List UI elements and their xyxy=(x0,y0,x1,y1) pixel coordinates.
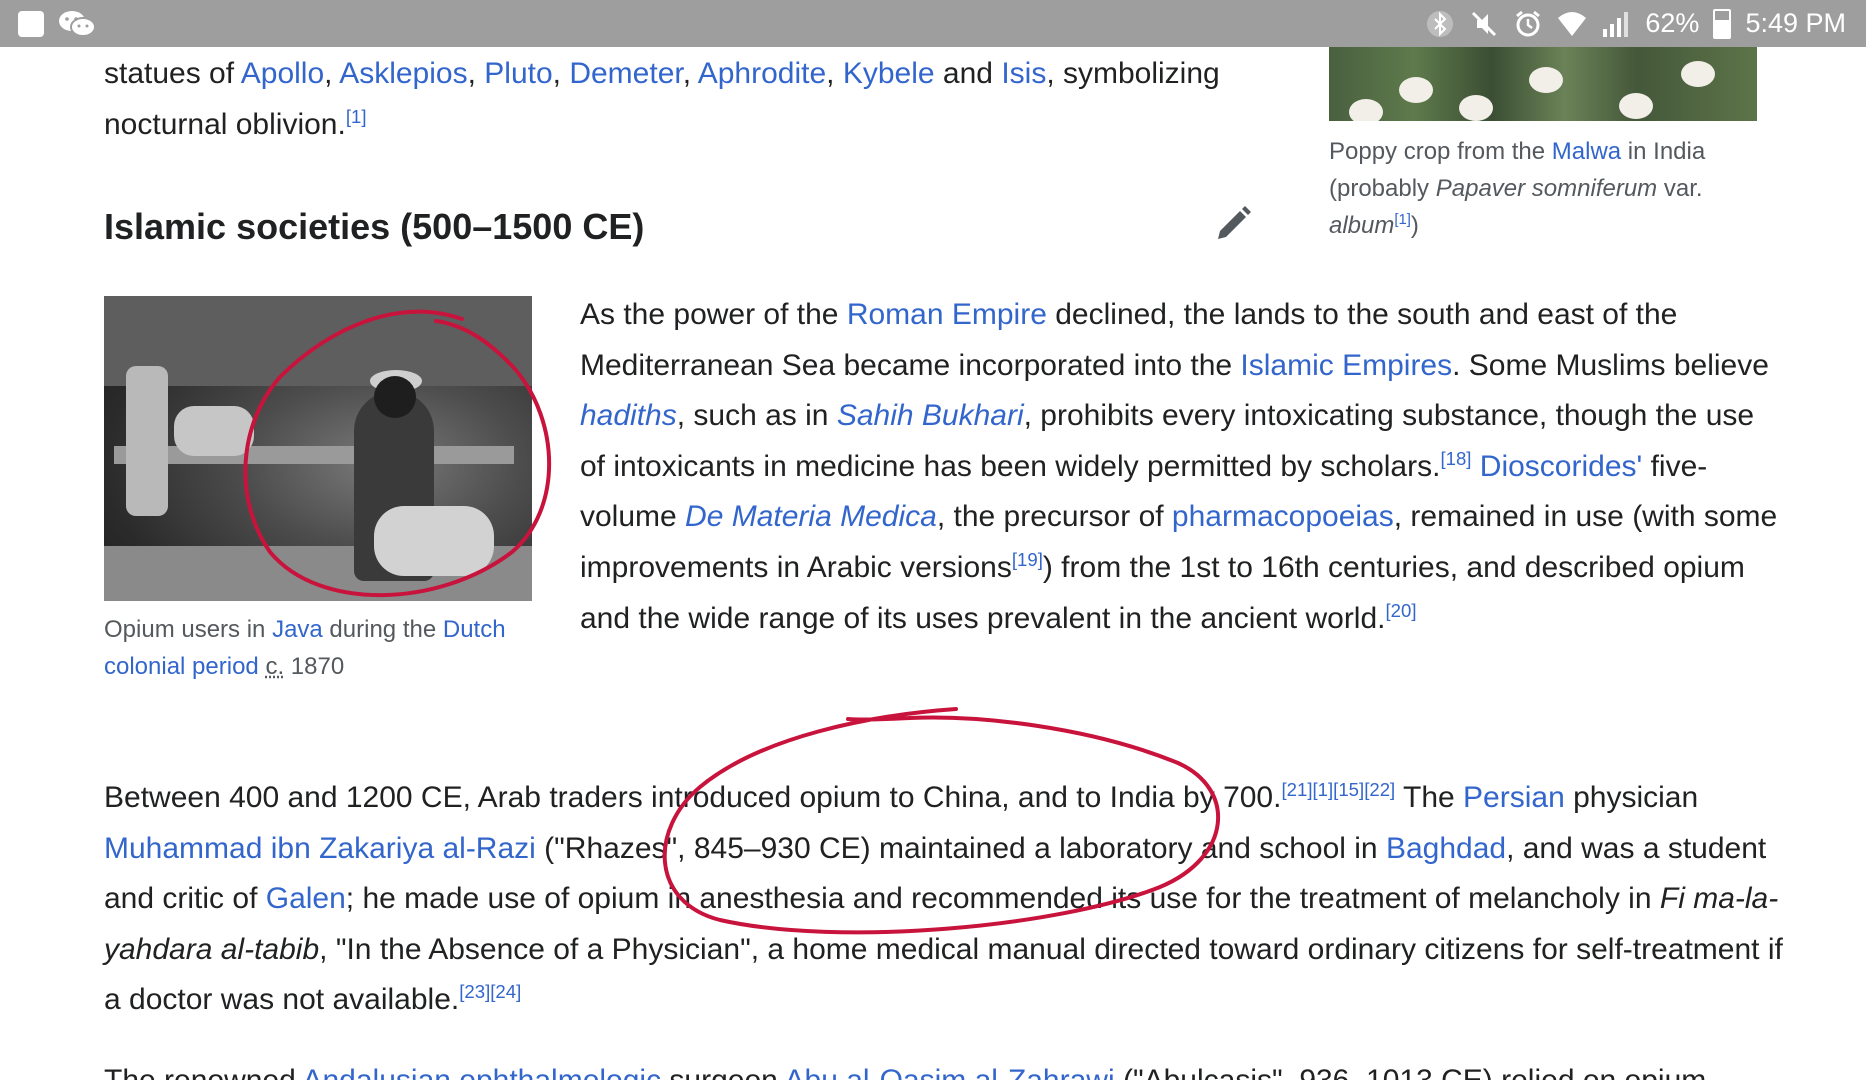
link-al-zahrawi[interactable]: Abu al-Qasim al-Zahrawi xyxy=(785,1064,1115,1080)
wifi-icon xyxy=(1558,11,1587,36)
link-islamic-empires[interactable]: Islamic Empires xyxy=(1240,349,1452,382)
link-pharmacopoeias[interactable]: pharmacopoeias xyxy=(1172,500,1394,533)
link-isis[interactable]: Isis xyxy=(1001,57,1046,90)
status-bar: 62% 5:49 PM xyxy=(0,0,1866,47)
link-hadiths[interactable]: hadiths xyxy=(580,399,677,432)
link-apollo[interactable]: Apollo xyxy=(241,57,324,90)
reference-1[interactable]: [1] xyxy=(1312,779,1333,800)
signal-icon xyxy=(1603,11,1629,37)
link-malwa[interactable]: Malwa xyxy=(1552,138,1621,165)
link-asklepios[interactable]: Asklepios xyxy=(339,57,467,90)
text: surgeon xyxy=(661,1064,784,1080)
reference-1[interactable]: [1] xyxy=(1394,212,1411,228)
battery-percent: 62% xyxy=(1645,8,1700,38)
link-roman-empire[interactable]: Roman Empire xyxy=(847,298,1047,331)
reference-20[interactable]: [20] xyxy=(1386,600,1417,621)
text: Opium users in xyxy=(104,616,273,643)
status-bar-left xyxy=(0,9,96,39)
battery-icon xyxy=(1713,8,1732,39)
circa-abbr: c. xyxy=(265,653,285,680)
text: ) xyxy=(1410,212,1419,239)
link-kybele[interactable]: Kybele xyxy=(843,57,935,90)
poppy-crop-image[interactable] xyxy=(1329,47,1757,121)
reference-21[interactable]: [21] xyxy=(1281,779,1312,800)
link-dioscorides[interactable]: Dioscorides' xyxy=(1480,450,1642,483)
article-content: statues of Apollo, Asklepios, Pluto, Dem… xyxy=(0,47,1866,1080)
intro-paragraph: statues of Apollo, Asklepios, Pluto, Dem… xyxy=(104,57,1220,141)
link-java[interactable]: Java xyxy=(272,616,323,643)
text: var. xyxy=(1657,175,1703,202)
link-baghdad[interactable]: Baghdad xyxy=(1386,832,1506,865)
status-bar-right: 62% 5:49 PM xyxy=(1425,8,1866,39)
link-galen[interactable]: Galen xyxy=(266,882,346,915)
reference-22[interactable]: [22] xyxy=(1364,779,1395,800)
paragraph-arab-traders: Between 400 and 1200 CE, Arab traders in… xyxy=(104,773,1784,1026)
reference-23[interactable]: [23] xyxy=(459,981,490,1002)
poppy-crop-caption: Poppy crop from the Malwa in India (prob… xyxy=(1329,133,1759,244)
clock: 5:49 PM xyxy=(1745,8,1846,38)
text: 1870 xyxy=(284,653,345,680)
text: during the xyxy=(322,616,443,643)
pencil-icon[interactable] xyxy=(1212,201,1254,243)
text: , the precursor of xyxy=(936,500,1172,534)
species-name: Papaver somniferum xyxy=(1435,175,1658,202)
reference-1[interactable]: [1] xyxy=(346,106,367,127)
text: The renowned xyxy=(104,1064,302,1080)
text: . Some Muslims believe xyxy=(1452,348,1769,382)
text: , such as in xyxy=(676,399,837,433)
opium-users-caption: Opium users in Java during the Dutch col… xyxy=(104,611,544,685)
text: and xyxy=(934,57,1002,90)
wechat-icon xyxy=(59,10,96,37)
alarm-icon xyxy=(1516,10,1541,36)
text: , "In the Absence of a Physician", a hom… xyxy=(104,932,1783,1017)
link-demeter[interactable]: Demeter xyxy=(569,57,682,90)
link-andalusian[interactable]: Andalusian xyxy=(302,1064,450,1080)
text: ("Rhazes", 845–930 CE) maintained a labo… xyxy=(535,831,1386,865)
reference-15[interactable]: [15] xyxy=(1333,779,1364,800)
text: statues of xyxy=(104,57,241,90)
paragraph-al-zahrawi: The renowned Andalusian ophthalmologic s… xyxy=(104,1056,1784,1080)
text: ; he made use of opium in anesthesia and… xyxy=(345,882,1660,916)
reference-18[interactable]: [18] xyxy=(1440,448,1471,469)
section-heading: Islamic societies (500–1500 CE) xyxy=(104,206,645,247)
text: Between 400 and 1200 CE, Arab traders in… xyxy=(104,781,1282,814)
link-ophthalmologic[interactable]: ophthalmologic xyxy=(459,1064,661,1080)
link-persian[interactable]: Persian xyxy=(1463,781,1565,814)
text: As the power of the xyxy=(580,298,847,331)
paragraph-roman-empire: As the power of the Roman Empire decline… xyxy=(580,290,1780,644)
link-aphrodite[interactable]: Aphrodite xyxy=(698,57,826,90)
text: Poppy crop from the xyxy=(1329,138,1552,165)
link-sahih-bukhari[interactable]: Sahih Bukhari xyxy=(837,399,1024,432)
mute-icon xyxy=(1472,11,1497,36)
reference-24[interactable]: [24] xyxy=(490,981,521,1002)
link-de-materia-medica[interactable]: De Materia Medica xyxy=(685,500,937,533)
reference-19[interactable]: [19] xyxy=(1012,549,1043,570)
link-al-razi[interactable]: Muhammad ibn Zakariya al-Razi xyxy=(104,832,536,865)
text: physician xyxy=(1564,781,1699,814)
text: ("Abulcasis", 936–1013 CE) relied on opi… xyxy=(1115,1064,1706,1080)
link-pluto[interactable]: Pluto xyxy=(484,57,552,90)
bluetooth-icon xyxy=(1427,10,1454,37)
variety-name: album xyxy=(1329,212,1395,239)
opium-users-photo[interactable] xyxy=(104,296,532,601)
text: The xyxy=(1395,781,1464,814)
notification-square-icon xyxy=(18,10,44,37)
